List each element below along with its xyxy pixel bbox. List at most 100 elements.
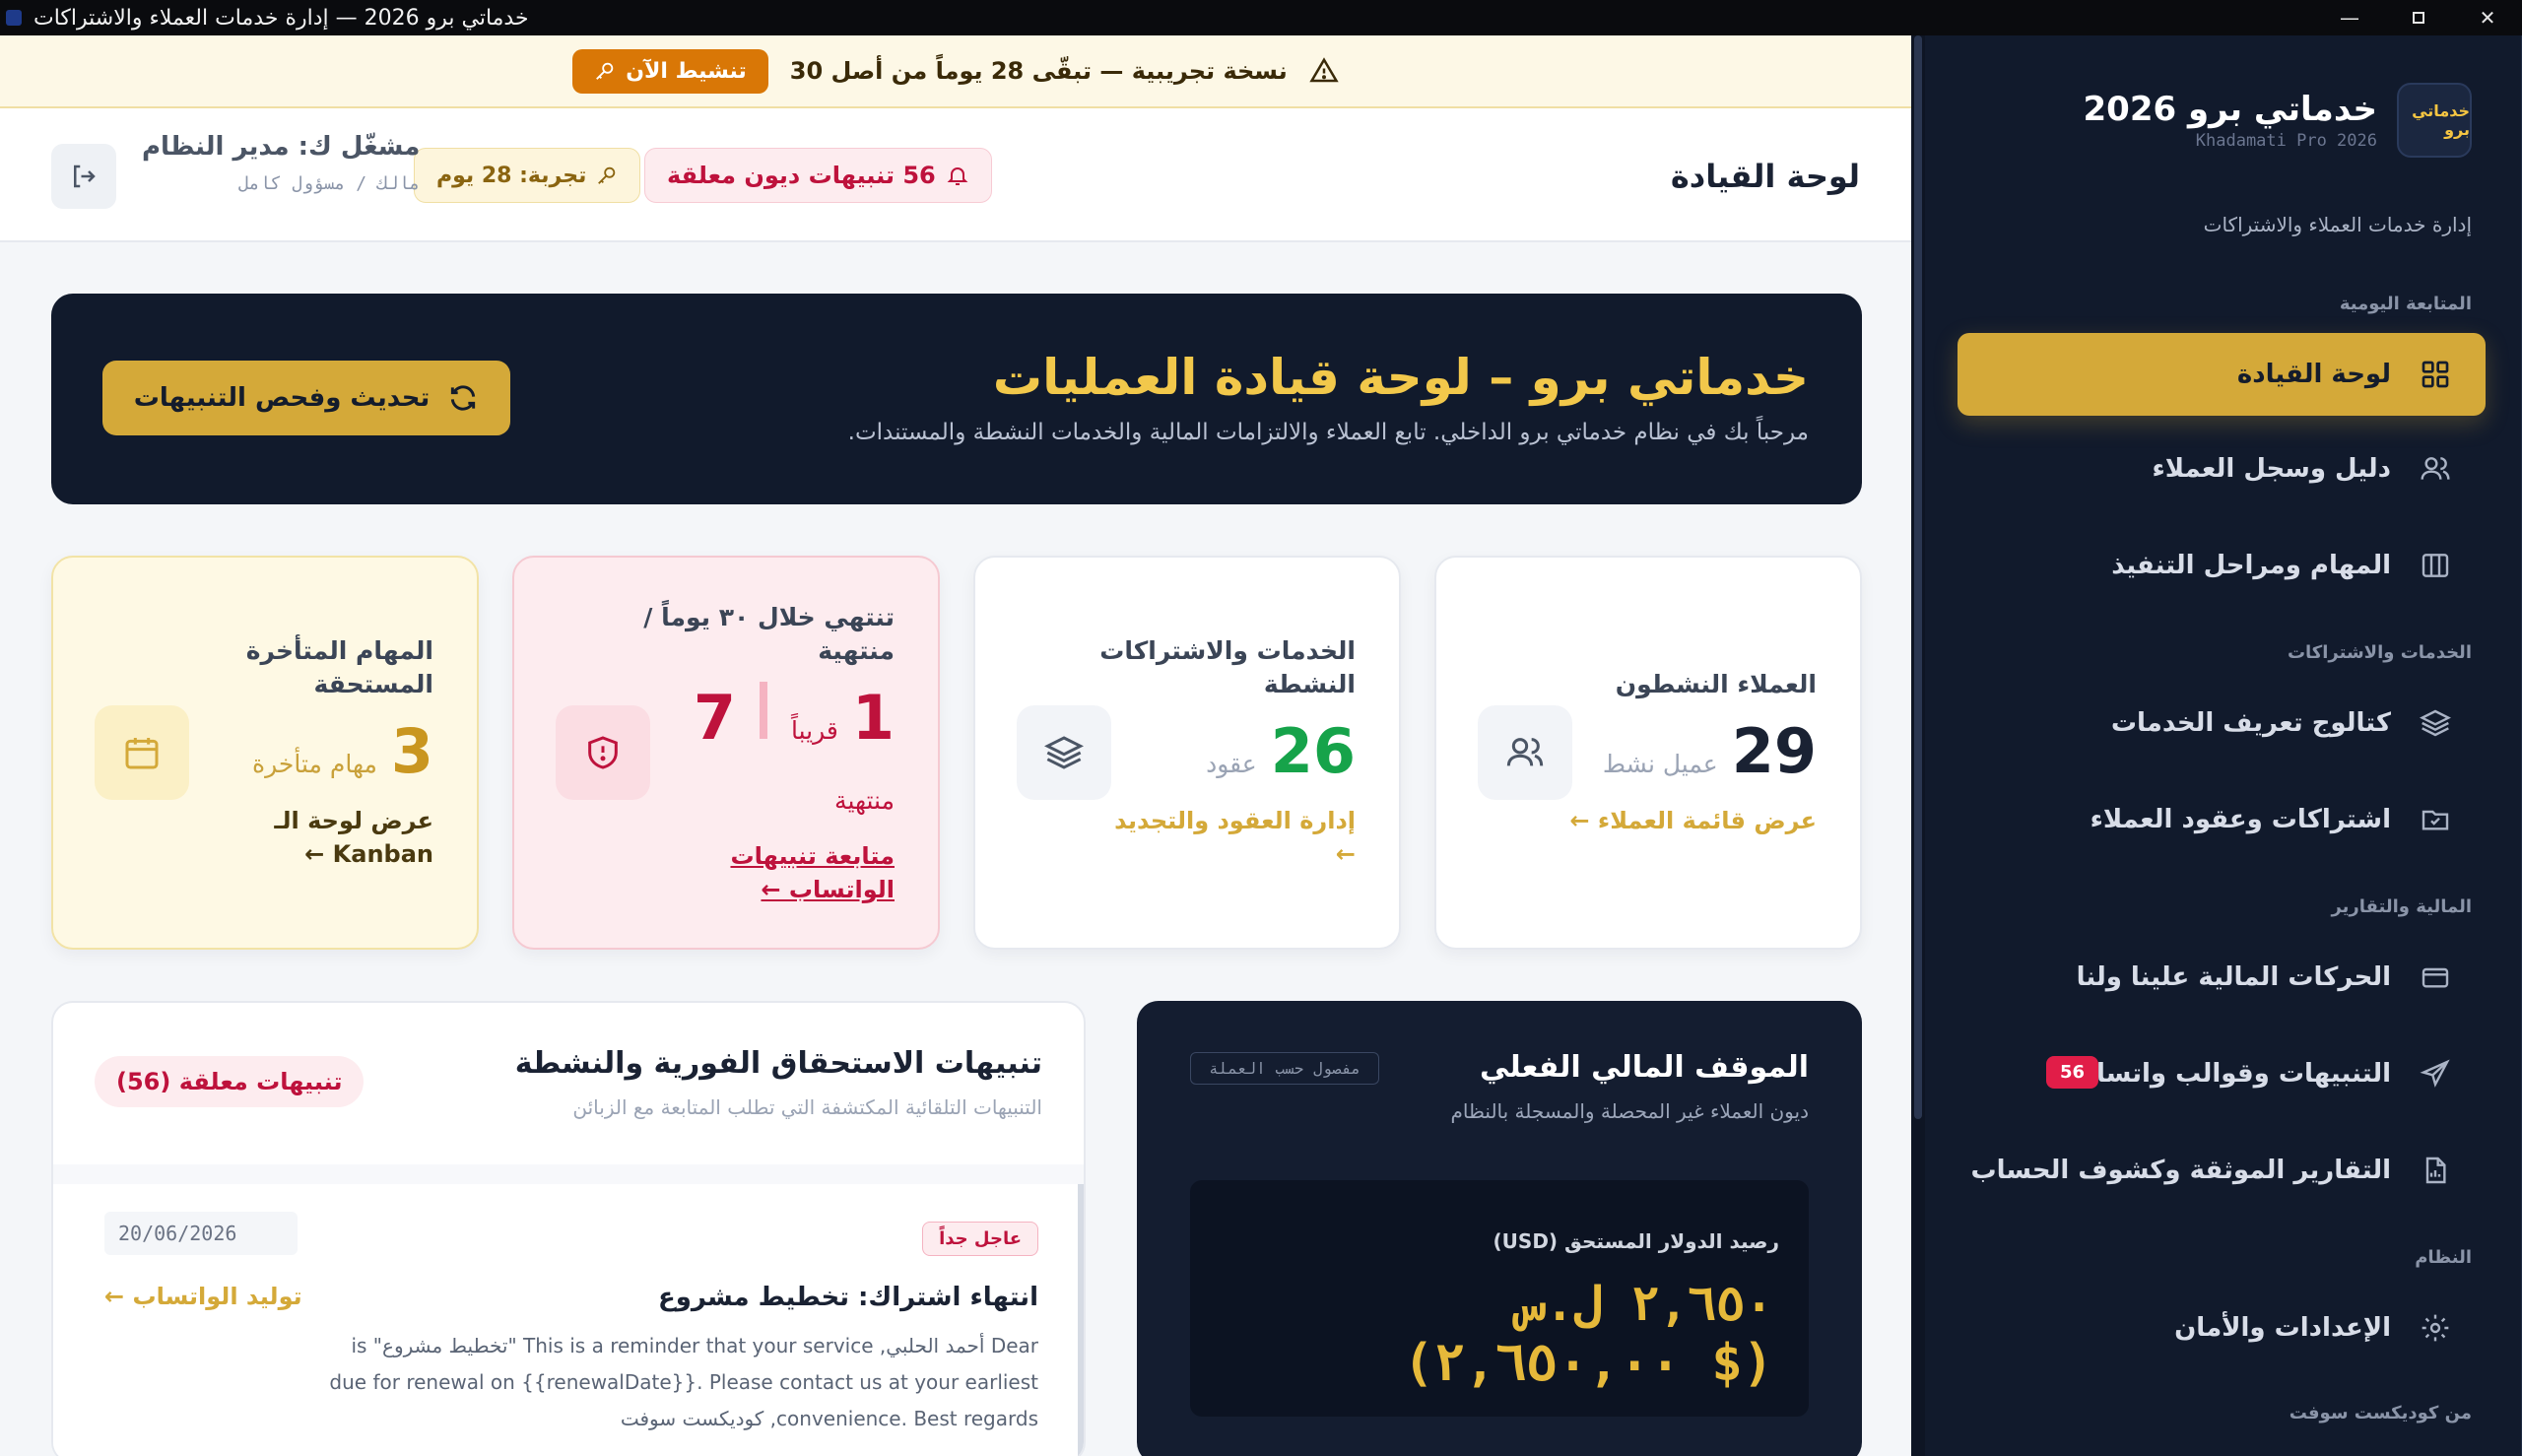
card-icon-box xyxy=(1478,705,1572,800)
debt-alerts-pill[interactable]: 56 تنبيهات ديون معلقة xyxy=(644,148,992,203)
sidebar-item-label: التنبيهات وقوالب واتساب xyxy=(2070,1059,2391,1089)
pending-alerts-pill: تنبيهات معلقة (56) xyxy=(95,1056,365,1107)
users-icon xyxy=(1506,738,1544,766)
maximize-icon xyxy=(2413,12,2424,24)
brand-logo: خدماتي برو xyxy=(2397,83,2472,158)
alerts-title: تنبيهات الاستحقاق الفورية والنشطة xyxy=(514,1046,1042,1081)
activate-now-button[interactable]: تنشيط الآن xyxy=(572,48,768,94)
expired-value: 7 xyxy=(693,682,736,754)
trial-text: نسخة تجريبية — تبقّى 28 يوماً من أصل 30 xyxy=(789,57,1288,85)
overdue-tasks-unit: مهام متأخرة xyxy=(252,750,377,778)
user-role: مالك / مسؤول كامل xyxy=(238,173,421,194)
users-icon xyxy=(2419,452,2452,486)
brand-name: خدماتي برو 2026 xyxy=(2083,90,2378,129)
sidebar-item-label: كتالوج تعريف الخدمات xyxy=(2110,708,2391,738)
manage-contracts-link[interactable]: إدارة العقود والتجديد ← xyxy=(1099,804,1356,871)
alert-item: عاجل جداً 20/06/2026 انتهاء اشتراك: تخطي… xyxy=(53,1184,1084,1456)
window-title: خدماتي برو 2026 — إدارة خدمات العملاء وا… xyxy=(33,5,529,31)
scrollbar-thumb[interactable] xyxy=(1914,35,1922,1119)
card-title: الخدمات والاشتراكات النشطة xyxy=(1099,636,1356,698)
view-customers-link[interactable]: عرض قائمة العملاء ← xyxy=(1569,804,1817,837)
sidebar-item-subscriptions[interactable]: اشتراكات وعقود العملاء xyxy=(1958,778,2486,861)
sidebar-item-notifications[interactable]: التنبيهات وقوالب واتساب 56 xyxy=(1958,1032,2486,1115)
logout-button[interactable] xyxy=(51,144,116,209)
whatsapp-alerts-link[interactable]: متابعة تنبيهات الواتساب ← xyxy=(648,839,895,906)
alerts-subtitle: التنبيهات التلقائية المكتشفة التي تطلب ا… xyxy=(572,1095,1042,1119)
generate-whatsapp-link[interactable]: توليد الواتساب ← xyxy=(104,1283,302,1310)
card-value-row: 3 مهام متأخرة xyxy=(252,715,433,787)
stat-card-expiring: تنتهي خلال ٣٠ يوماً / منتهية 1 قريباً 7 … xyxy=(512,556,940,950)
currency-split-tag: مفصول حسب العملة xyxy=(1190,1052,1380,1085)
gear-icon xyxy=(2419,1311,2452,1345)
debt-alerts-label: 56 تنبيهات ديون معلقة xyxy=(667,162,936,189)
section-system: النظام xyxy=(2415,1247,2472,1268)
expiring-soon-label: قريباً xyxy=(790,716,838,745)
card-title: المهام المتأخرة المستحقة xyxy=(245,636,433,698)
card-icon-box xyxy=(556,705,650,800)
sidebar-item-label: التقارير الموثقة وكشوف الحساب xyxy=(1970,1156,2391,1185)
minimize-button[interactable]: — xyxy=(2315,0,2384,35)
layers-icon xyxy=(1044,736,1084,769)
notifications-count-badge: 56 xyxy=(2046,1056,2099,1089)
stat-card-overdue-tasks: المهام المتأخرة المستحقة 3 مهام متأخرة ع… xyxy=(51,556,479,950)
stat-card-active-services: الخدمات والاشتراكات النشطة 26 عقود إدارة… xyxy=(973,556,1401,950)
card-title: تنتهي خلال ٣٠ يوماً / منتهية xyxy=(643,603,895,665)
sidebar-scrollbar[interactable] xyxy=(1911,35,1925,1456)
user-name: مشغّل ك: مدير النظام xyxy=(142,132,421,162)
finance-subtitle: ديون العملاء غير المحصلة والمسجلة بالنظا… xyxy=(1450,1099,1809,1123)
card-value-row: 29 عميل نشط xyxy=(1603,715,1817,787)
sidebar-item-customers[interactable]: دليل وسجل العملاء xyxy=(1958,428,2486,510)
due-alerts-panel: تنبيهات الاستحقاق الفورية والنشطة التنبي… xyxy=(51,1001,1086,1456)
trial-days-label: تجربة: 28 يوم xyxy=(436,163,587,188)
sidebar-item-label: المهام ومراحل التنفيذ xyxy=(2111,551,2391,580)
brand-text: خدماتي برو 2026 Khadamati Pro 2026 xyxy=(2084,90,2378,151)
alerts-list: عاجل جداً 20/06/2026 انتهاء اشتراك: تخطي… xyxy=(53,1164,1084,1456)
close-button[interactable]: ✕ xyxy=(2453,0,2522,35)
layers-icon xyxy=(2419,706,2452,740)
calendar-icon xyxy=(125,738,159,769)
sidebar-item-catalog[interactable]: كتالوج تعريف الخدمات xyxy=(1958,682,2486,764)
activate-label: تنشيط الآن xyxy=(626,58,747,84)
alert-name: انتهاء اشتراك: تخطيط مشروع xyxy=(657,1283,1038,1312)
section-daily: المتابعة اليومية xyxy=(2339,294,2472,314)
sidebar-item-dashboard[interactable]: لوحة القيادة xyxy=(1958,333,2486,416)
sidebar-item-transactions[interactable]: الحركات المالية علينا ولنا xyxy=(1958,936,2486,1019)
kanban-link[interactable]: عرض لوحة الـ Kanban ← xyxy=(177,804,433,871)
maximize-button[interactable] xyxy=(2384,0,2453,35)
sidebar: خدماتي برو خدماتي برو 2026 Khadamati Pro… xyxy=(1911,35,2522,1456)
expiring-soon-value: 1 xyxy=(851,682,895,754)
folder-check-icon xyxy=(2419,803,2452,836)
sidebar-item-tasks[interactable]: المهام ومراحل التنفيذ xyxy=(1958,524,2486,607)
sidebar-item-label: اشتراكات وعقود العملاء xyxy=(2090,805,2391,834)
sidebar-item-label: الإعدادات والأمان xyxy=(2174,1313,2391,1343)
section-vendor: من كوديكست سوفت xyxy=(2289,1403,2472,1423)
card-title: العملاء النشطون xyxy=(1615,670,1817,698)
hero-banner: خدماتي برو – لوحة قيادة العمليات مرحباً … xyxy=(51,294,1862,504)
section-finance: المالية والتقارير xyxy=(2331,896,2472,917)
refresh-alerts-button[interactable]: تحديث وفحص التنبيهات xyxy=(102,361,510,435)
hero-title: خدماتي برو – لوحة قيادة العمليات xyxy=(992,349,1809,406)
usd-balance-box: رصيد الدولار المستحق (USD) ٢,٦٥٠ ل.س ($ … xyxy=(1190,1180,1809,1417)
active-services-unit: عقود xyxy=(1206,750,1257,778)
logout-icon xyxy=(74,165,96,188)
active-customers-value: 29 xyxy=(1731,715,1817,787)
urgent-badge: عاجل جداً xyxy=(922,1222,1038,1256)
divider xyxy=(759,682,767,739)
active-services-value: 26 xyxy=(1270,715,1356,787)
sidebar-item-label: لوحة القيادة xyxy=(2236,360,2391,389)
sidebar-item-reports[interactable]: التقارير الموثقة وكشوف الحساب xyxy=(1958,1129,2486,1212)
refresh-icon xyxy=(451,385,476,411)
key-icon xyxy=(596,62,614,80)
warning-icon xyxy=(1309,57,1339,83)
sidebar-item-settings[interactable]: الإعدادات والأمان xyxy=(1958,1287,2486,1369)
overdue-tasks-value: 3 xyxy=(390,715,433,787)
card-icon-box xyxy=(95,705,189,800)
page-header: لوحة القيادة 56 تنبيهات ديون معلقة تجربة… xyxy=(0,108,1911,242)
expired-label: منتهية xyxy=(834,786,895,815)
user-info: مشغّل ك: مدير النظام مالك / مسؤول كامل xyxy=(142,132,420,194)
page-title: لوحة القيادة xyxy=(1670,158,1860,195)
window-titlebar: خدماتي برو 2026 — إدارة خدمات العملاء وا… xyxy=(0,0,2522,35)
section-services: الخدمات والاشتراكات xyxy=(2287,642,2472,663)
card-value-row: 1 قريباً 7 xyxy=(694,682,895,754)
shield-alert-icon xyxy=(588,736,618,769)
